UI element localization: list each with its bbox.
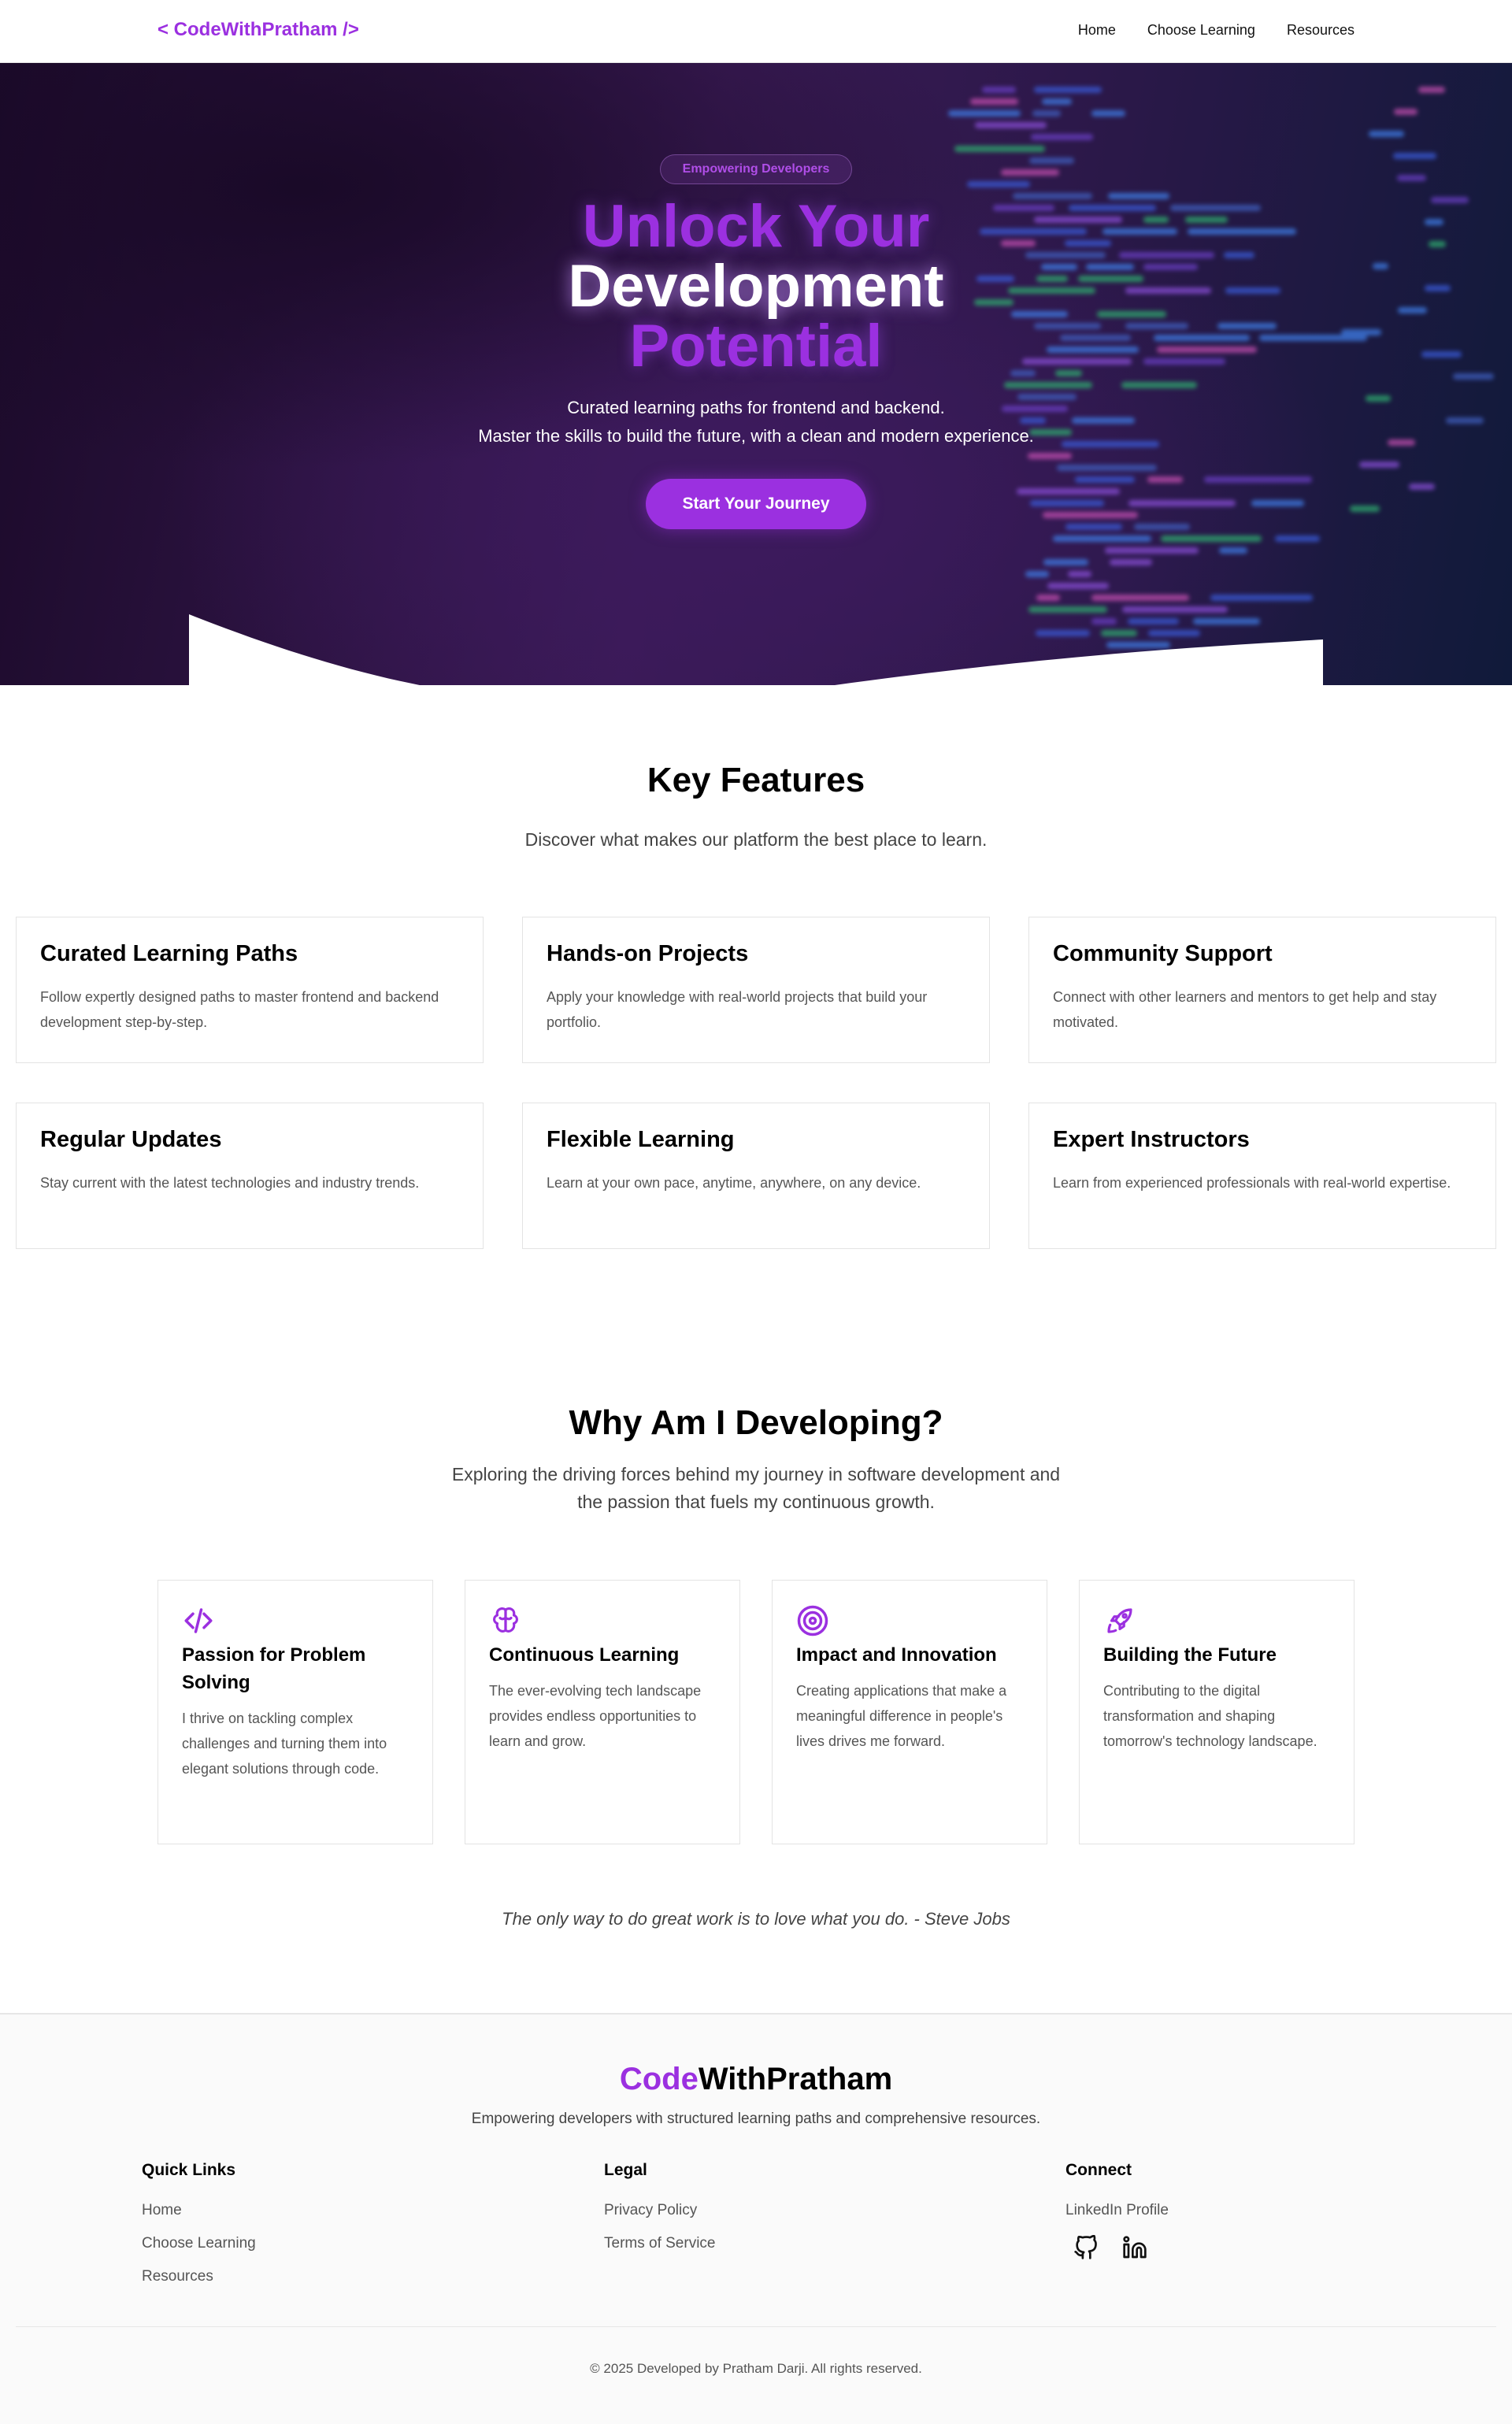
features-title: Key Features: [647, 761, 865, 799]
hero-title: Unlock Your Development Potential: [0, 197, 1512, 376]
feature-card-title: Community Support: [1053, 941, 1273, 966]
footer-brand-part2: WithPratham: [698, 2062, 893, 2096]
why-card-title: Building the Future: [1103, 1644, 1277, 1666]
hero-badge: Empowering Developers: [660, 154, 852, 184]
nav-links: Home Choose Learning Resources: [1078, 22, 1354, 39]
why-card-impact: Impact and Innovation Creating applicati…: [772, 1580, 1047, 1844]
feature-card-flexible: Flexible Learning Learn at your own pace…: [522, 1103, 990, 1249]
why-card-continuous-learning: Continuous Learning The ever-evolving te…: [465, 1580, 740, 1844]
feature-card-text: Follow expertly designed paths to master…: [40, 989, 439, 1030]
footer-legal: Legal Privacy Policy Terms of Service: [604, 2161, 715, 2268]
hero-title-line3: Potential: [629, 313, 883, 380]
site-footer: CodeWithPratham Empowering developers wi…: [0, 2013, 1512, 2424]
why-card-future: Building the Future Contributing to the …: [1079, 1580, 1354, 1844]
why-card-text: I thrive on tackling complex challenges …: [182, 1711, 387, 1777]
footer-link-home[interactable]: Home: [142, 2202, 256, 2219]
hero-title-line2: Development: [568, 253, 944, 320]
nav-link-choose-learning[interactable]: Choose Learning: [1147, 22, 1255, 39]
features-subtitle: Discover what makes our platform the bes…: [524, 829, 988, 850]
nav-link-resources[interactable]: Resources: [1287, 22, 1354, 39]
footer-link-resources[interactable]: Resources: [142, 2268, 256, 2285]
footer-link-terms[interactable]: Terms of Service: [604, 2235, 715, 2252]
rocket-icon: [1103, 1608, 1136, 1640]
footer-link-privacy[interactable]: Privacy Policy: [604, 2202, 715, 2219]
why-title: Why Am I Developing?: [569, 1403, 943, 1442]
footer-brand-part1: Code: [619, 2062, 699, 2096]
why-subtitle: Exploring the driving forces behind my j…: [451, 1464, 1061, 1512]
feature-card-title: Hands-on Projects: [547, 941, 749, 966]
footer-brand: CodeWithPratham: [0, 2062, 1512, 2097]
top-navbar: < CodeWithPratham /> Home Choose Learnin…: [0, 0, 1512, 63]
brain-icon: [489, 1607, 522, 1640]
footer-social-icons: [1073, 2234, 1169, 2260]
why-card-title: Continuous Learning: [489, 1644, 680, 1666]
footer-column-title: Quick Links: [142, 2161, 236, 2179]
hero-wave-divider: [189, 614, 1323, 685]
feature-card-title: Curated Learning Paths: [40, 941, 298, 966]
feature-card-text: Connect with other learners and mentors …: [1053, 989, 1437, 1030]
target-icon: [796, 1605, 829, 1640]
why-card-text: The ever-evolving tech landscape provide…: [489, 1683, 702, 1749]
feature-card-instructors: Expert Instructors Learn from experience…: [1028, 1103, 1496, 1249]
feature-card-updates: Regular Updates Stay current with the la…: [16, 1103, 484, 1249]
why-card-text: Contributing to the digital transformati…: [1103, 1683, 1317, 1749]
nav-link-home[interactable]: Home: [1078, 22, 1116, 39]
why-card-text: Creating applications that make a meanin…: [796, 1683, 1007, 1749]
footer-divider: [16, 2326, 1496, 2327]
feature-card-title: Regular Updates: [40, 1127, 222, 1152]
feature-card-text: Apply your knowledge with real-world pro…: [547, 989, 928, 1030]
feature-card-text: Learn from experienced professionals wit…: [1053, 1175, 1451, 1191]
feature-card-text: Learn at your own pace, anytime, anywher…: [547, 1175, 921, 1191]
why-card-title: Passion for Problem Solving: [182, 1644, 366, 1693]
footer-link-choose-learning[interactable]: Choose Learning: [142, 2235, 256, 2252]
start-journey-button[interactable]: Start Your Journey: [646, 479, 866, 529]
linkedin-icon[interactable]: [1122, 2235, 1147, 2260]
github-icon[interactable]: [1073, 2234, 1099, 2260]
feature-card-community: Community Support Connect with other lea…: [1028, 917, 1496, 1063]
footer-copyright: © 2025 Developed by Pratham Darji. All r…: [590, 2361, 922, 2376]
feature-card-curated-paths: Curated Learning Paths Follow expertly d…: [16, 917, 484, 1063]
feature-card-text: Stay current with the latest technologie…: [40, 1175, 420, 1191]
hero-subtitle-line1: Curated learning paths for frontend and …: [567, 398, 945, 417]
code-icon: [182, 1608, 215, 1640]
hero-subtitle: Curated learning paths for frontend and …: [0, 394, 1512, 450]
feature-card-title: Flexible Learning: [547, 1127, 735, 1152]
feature-card-hands-on: Hands-on Projects Apply your knowledge w…: [522, 917, 990, 1063]
hero-section: Empowering Developers Unlock Your Develo…: [0, 63, 1512, 685]
footer-quick-links: Quick Links Home Choose Learning Resourc…: [142, 2161, 256, 2301]
why-card-problem-solving: Passion for Problem Solving I thrive on …: [158, 1580, 433, 1844]
feature-card-title: Expert Instructors: [1053, 1127, 1250, 1152]
site-logo[interactable]: < CodeWithPratham />: [158, 19, 359, 41]
inspirational-quote: The only way to do great work is to love…: [502, 1909, 1010, 1929]
footer-connect: Connect LinkedIn Profile: [1065, 2161, 1169, 2260]
hero-code-background: [866, 79, 1496, 677]
footer-column-title: Connect: [1065, 2161, 1132, 2179]
footer-column-title: Legal: [604, 2161, 647, 2179]
hero-title-line1: Unlock Your: [582, 193, 930, 260]
footer-tagline: Empowering developers with structured le…: [471, 2111, 1041, 2127]
footer-link-linkedin[interactable]: LinkedIn Profile: [1065, 2202, 1169, 2219]
hero-subtitle-line2: Master the skills to build the future, w…: [478, 426, 1034, 446]
why-card-title: Impact and Innovation: [796, 1644, 997, 1666]
